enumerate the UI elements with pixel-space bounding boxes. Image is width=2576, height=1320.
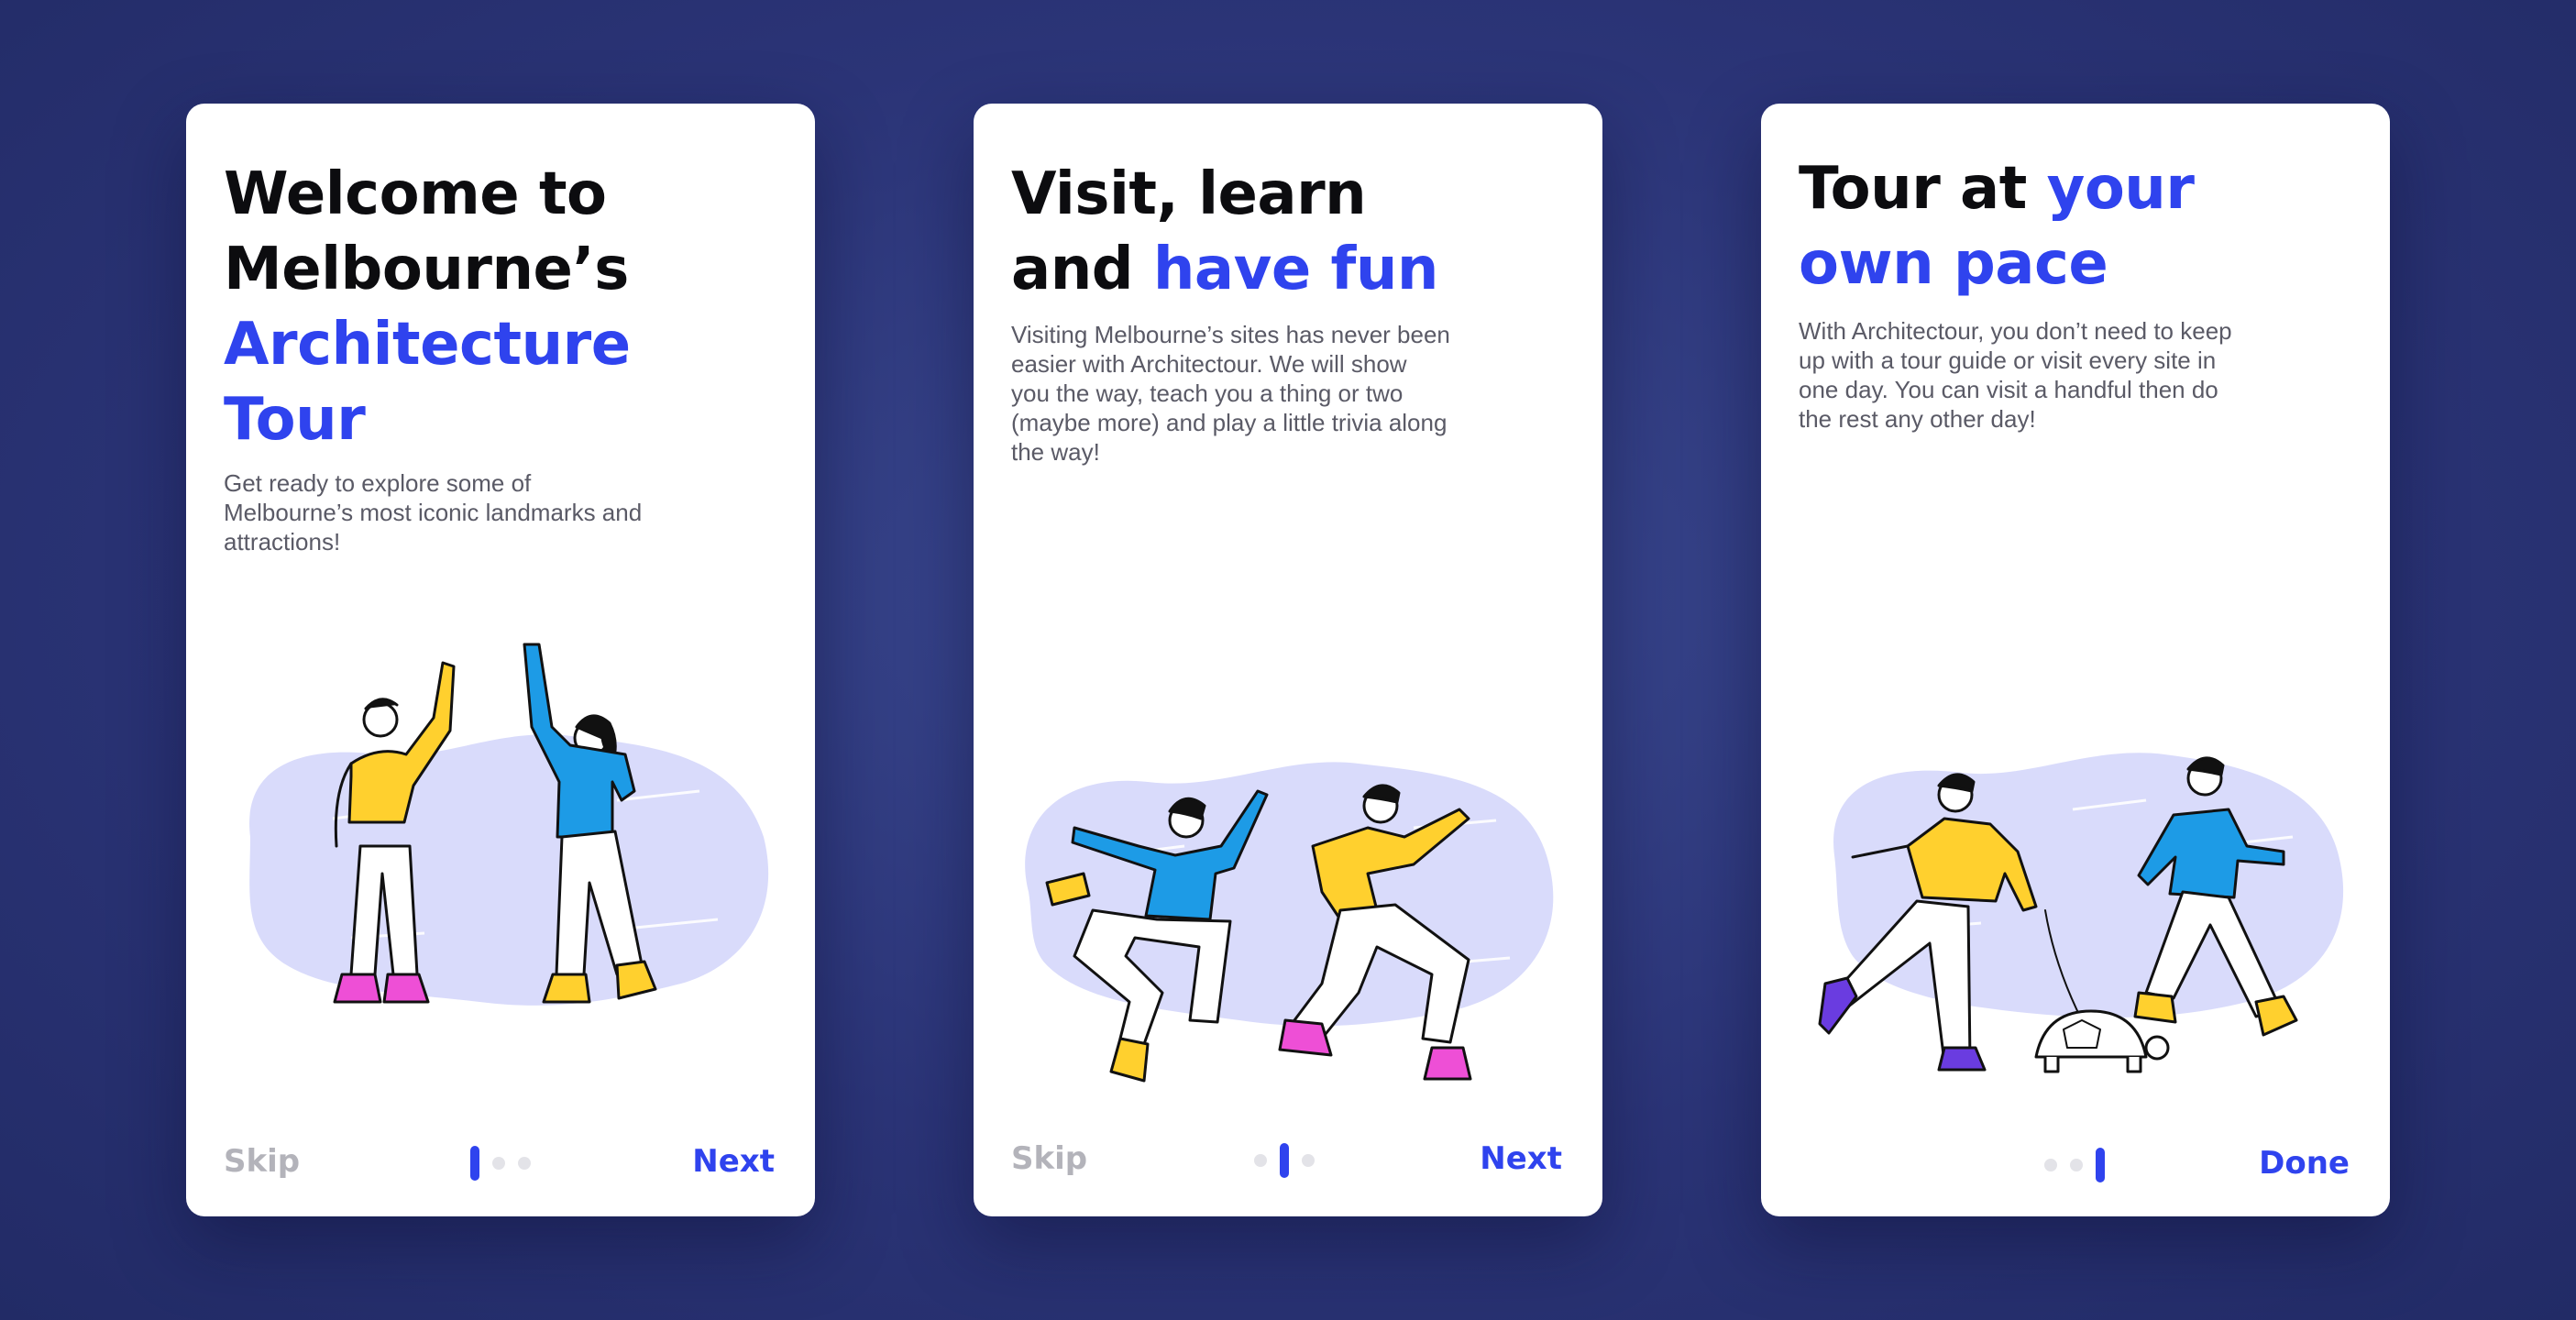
- page-dot-active[interactable]: [2096, 1148, 2105, 1182]
- title-highlight-line: Architecture: [224, 311, 631, 379]
- page-indicator: [2044, 1147, 2105, 1183]
- page-dot[interactable]: [2070, 1159, 2083, 1172]
- title-line: Melbourne’s: [224, 236, 629, 303]
- page-dot[interactable]: [2044, 1159, 2057, 1172]
- screen-description: With Architectour, you don’t need to kee…: [1799, 317, 2232, 433]
- page-dot[interactable]: [1302, 1154, 1315, 1167]
- title-line: Tour at your: [1799, 151, 2195, 226]
- title-line: and have fun: [1011, 232, 1438, 307]
- page-dot-active[interactable]: [1280, 1143, 1289, 1178]
- title-highlight-line: own pace: [1799, 230, 2108, 298]
- onboarding-screen-visit-learn: Visit, learn and have fun Visiting Melbo…: [974, 104, 1602, 1216]
- title-line: Welcome to: [224, 160, 607, 228]
- title-highlight: have fun: [1152, 236, 1439, 303]
- skip-button[interactable]: Skip: [224, 1143, 300, 1180]
- screen-title: Visit, learn and have fun: [1011, 157, 1438, 307]
- people-high-five-illustration: [249, 643, 769, 1006]
- onboarding-footer: Done: [1761, 1138, 2390, 1193]
- tortoise: [2034, 1009, 2170, 1073]
- people-dancing-illustration: [1025, 762, 1554, 1083]
- screen-description: Get ready to explore some of Melbourne’s…: [224, 469, 643, 556]
- page-dot[interactable]: [518, 1157, 531, 1170]
- page-indicator: [470, 1145, 531, 1182]
- next-button[interactable]: Next: [1480, 1140, 1562, 1177]
- onboarding-screen-welcome: Welcome to Melbourne’s Architecture Tour…: [186, 104, 815, 1216]
- onboarding-footer: Skip Next: [974, 1133, 1602, 1188]
- onboarding-footer: Skip Next: [186, 1136, 815, 1191]
- background-blob: [249, 734, 769, 1006]
- skip-button[interactable]: Skip: [1011, 1140, 1087, 1177]
- title-plain: and: [1011, 236, 1153, 303]
- people-walking-with-tortoise-illustration: [1818, 753, 2344, 1073]
- title-plain: Tour at: [1799, 155, 2047, 223]
- background-blob: [1025, 762, 1554, 1027]
- done-button[interactable]: Done: [2259, 1145, 2350, 1182]
- page-indicator: [1254, 1142, 1315, 1179]
- next-button[interactable]: Next: [692, 1143, 775, 1180]
- page-dot-active[interactable]: [470, 1146, 479, 1181]
- title-line: Visit, learn: [1011, 160, 1367, 228]
- title-highlight-line: Tour: [224, 386, 366, 454]
- screen-title: Welcome to Melbourne’s Architecture Tour: [224, 157, 631, 457]
- page-dot[interactable]: [492, 1157, 505, 1170]
- screen-description: Visiting Melbourne’s sites has never bee…: [1011, 321, 1450, 466]
- onboarding-screen-own-pace: Tour at your own pace With Architectour,…: [1761, 104, 2390, 1216]
- screen-title: Tour at your own pace: [1799, 151, 2195, 302]
- title-highlight: your: [2046, 155, 2195, 223]
- page-dot[interactable]: [1254, 1154, 1267, 1167]
